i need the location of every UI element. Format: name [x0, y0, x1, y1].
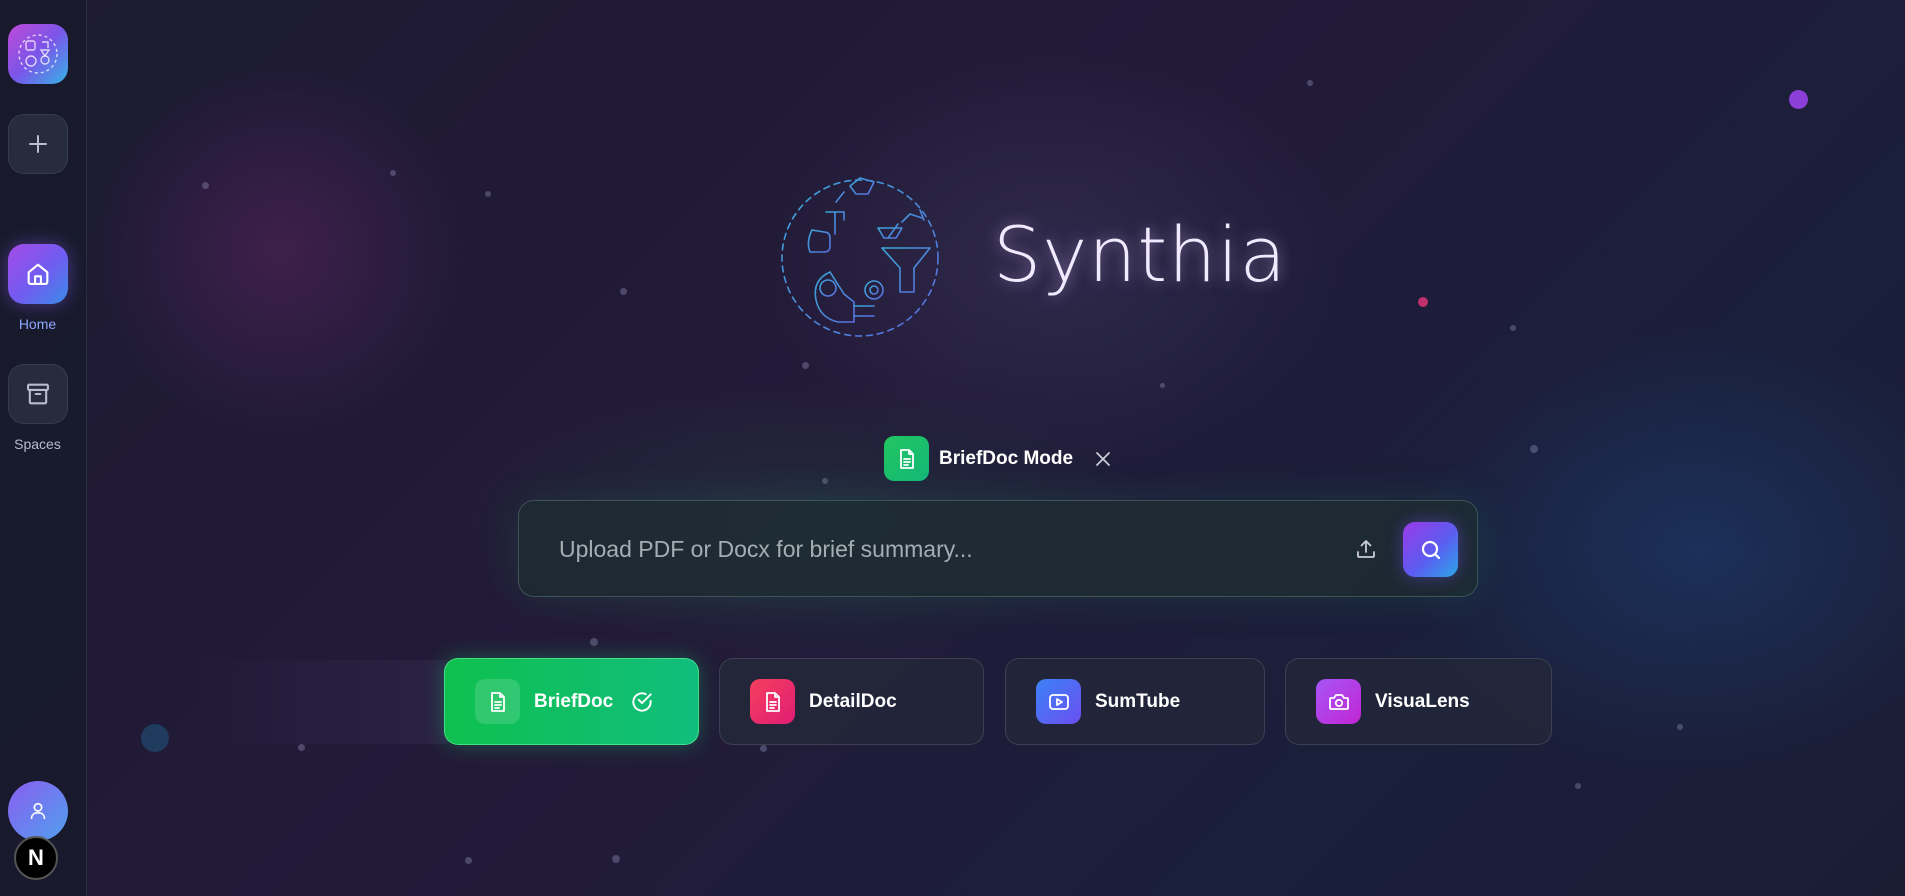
search-button[interactable] — [1403, 522, 1458, 577]
active-mode-label: BriefDoc Mode — [939, 447, 1074, 469]
mode-card-label: SumTube — [1095, 690, 1181, 712]
play-icon — [1036, 679, 1081, 724]
document-icon — [475, 679, 520, 724]
particle — [1677, 724, 1683, 730]
particle — [612, 855, 620, 863]
particle — [1575, 783, 1581, 789]
particle — [1530, 445, 1538, 453]
mode-card-label: DetailDoc — [809, 690, 897, 712]
sidebar: Home Spaces N — [0, 0, 87, 896]
new-chat-button[interactable] — [8, 114, 68, 174]
mode-card-label: VisuaLens — [1375, 690, 1470, 712]
particle — [1307, 80, 1313, 86]
mode-card-label: BriefDoc — [534, 690, 614, 712]
profile-button[interactable] — [8, 781, 68, 841]
document-icon — [750, 679, 795, 724]
particle — [141, 724, 169, 752]
particle — [1418, 297, 1428, 307]
app-title: Synthia — [993, 210, 1288, 299]
check-circle-icon — [629, 689, 655, 715]
logo-icon — [18, 34, 58, 74]
search-input[interactable] — [559, 529, 1339, 569]
particle — [822, 478, 828, 484]
camera-icon — [1316, 679, 1361, 724]
next-badge[interactable]: N — [14, 836, 58, 880]
particle — [802, 362, 809, 369]
plus-icon — [29, 135, 47, 153]
particle — [485, 191, 491, 197]
mode-card-visualens[interactable]: VisuaLens — [1285, 658, 1552, 745]
app-logo[interactable] — [8, 24, 68, 84]
particle — [1789, 90, 1808, 109]
search-bar — [518, 500, 1478, 597]
particle — [760, 745, 767, 752]
home-icon — [27, 263, 49, 285]
mode-card-briefdoc[interactable]: BriefDoc — [444, 658, 699, 745]
mode-card-detaildoc[interactable]: DetailDoc — [719, 658, 984, 745]
close-icon — [1096, 451, 1110, 466]
search-icon — [1421, 540, 1440, 559]
particle — [620, 288, 627, 295]
particle — [465, 857, 472, 864]
particle — [202, 182, 209, 189]
sidebar-item-home[interactable] — [8, 244, 68, 304]
brain-illustration-icon — [781, 177, 939, 337]
sidebar-item-spaces[interactable] — [8, 364, 68, 424]
mode-card-sumtube[interactable]: SumTube — [1005, 658, 1265, 745]
active-mode-chip: BriefDoc Mode — [884, 436, 1115, 481]
particle — [590, 638, 598, 646]
upload-button[interactable] — [1351, 534, 1381, 564]
user-icon — [30, 802, 46, 820]
upload-icon — [1357, 540, 1375, 558]
clear-mode-button[interactable] — [1091, 447, 1115, 471]
sidebar-item-label[interactable]: Home — [0, 316, 75, 332]
particle — [298, 744, 305, 751]
sidebar-item-label[interactable]: Spaces — [0, 436, 75, 452]
archive-icon — [27, 383, 49, 405]
particle — [1510, 325, 1516, 331]
background-glow-panel — [200, 660, 450, 744]
document-icon — [884, 436, 929, 481]
particle — [1160, 383, 1165, 388]
particle — [390, 170, 396, 176]
